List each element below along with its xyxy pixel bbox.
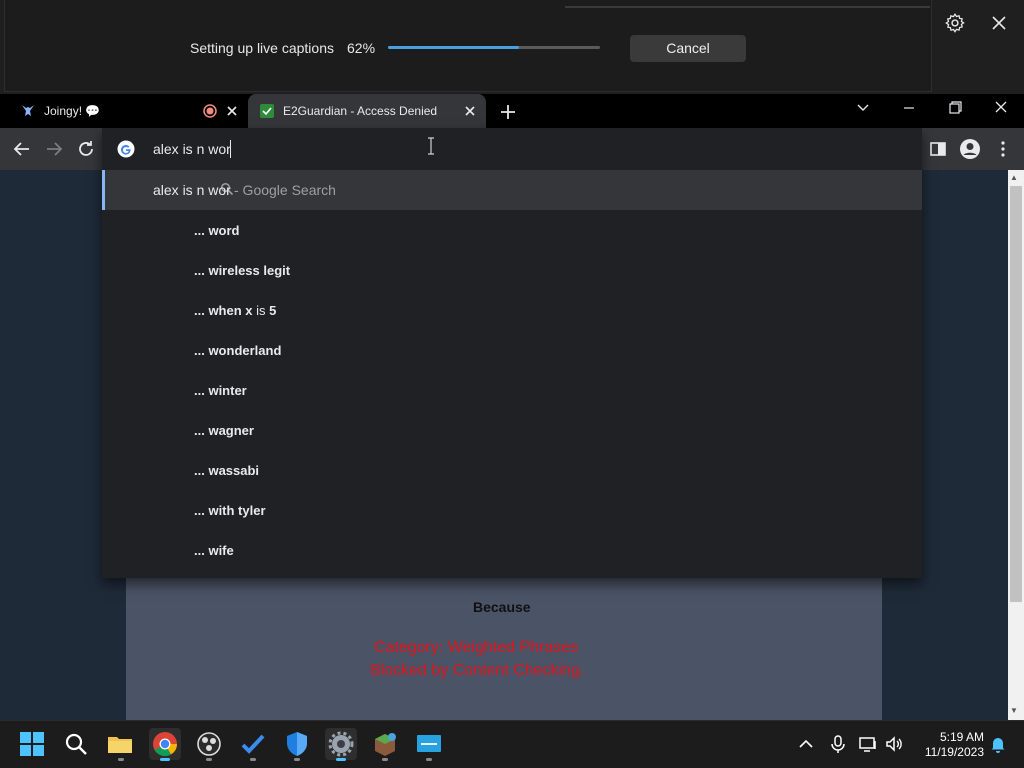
selection-indicator: [102, 170, 105, 210]
restore-icon[interactable]: [945, 100, 965, 116]
clock-date[interactable]: 11/19/2023: [914, 745, 984, 759]
blocked-text: Blocked by Content Checking.: [370, 662, 585, 679]
minecraft-block-icon[interactable]: [369, 728, 401, 760]
recording-indicator-icon: [203, 104, 217, 118]
running-indicator: [250, 758, 256, 761]
captions-progress-bar: [388, 46, 600, 49]
profile-avatar-icon[interactable]: [959, 138, 981, 160]
omnibox-query-text[interactable]: alex is n wor: [153, 141, 231, 157]
ibeam-cursor-icon: [428, 137, 434, 155]
forward-arrow-icon[interactable]: [44, 139, 64, 159]
file-explorer-icon[interactable]: [104, 728, 136, 760]
chrome-taskbar-button[interactable]: [149, 728, 181, 760]
scrollbar-thumb[interactable]: [1010, 186, 1022, 602]
back-arrow-icon[interactable]: [12, 139, 32, 159]
because-label: Because: [473, 599, 531, 615]
suggestion-item[interactable]: ... wonderland: [194, 343, 281, 358]
suggestion-item[interactable]: ... word: [194, 223, 240, 238]
side-panel-icon[interactable]: [929, 140, 947, 158]
suggestion-item[interactable]: ... wassabi: [194, 463, 259, 478]
security-shield-icon[interactable]: [281, 728, 313, 760]
captions-backdrop-line: [565, 6, 930, 8]
window-close-icon[interactable]: [991, 100, 1011, 116]
captions-progress-fill: [388, 46, 520, 49]
chrome-icon: [153, 732, 177, 757]
tab-e2guardian-title: E2Guardian - Access Denied: [283, 104, 438, 118]
settings-gear-icon[interactable]: [944, 12, 966, 34]
running-indicator: [426, 758, 432, 761]
tab-joingy-close-icon[interactable]: [224, 103, 240, 119]
todo-check-icon[interactable]: [237, 728, 269, 760]
suggestion-item[interactable]: ... when x is 5: [194, 303, 276, 318]
active-indicator: [160, 758, 170, 761]
reload-icon[interactable]: [76, 139, 96, 159]
windows-start-icon[interactable]: [16, 728, 48, 760]
notification-bell-icon[interactable]: [988, 734, 1008, 754]
suggestion-item[interactable]: ... with tyler: [194, 503, 266, 518]
captions-progress-percent: 62%: [347, 40, 376, 56]
running-indicator: [382, 758, 388, 761]
volume-icon[interactable]: [884, 734, 904, 754]
suggestion-item[interactable]: ... wireless legit: [194, 263, 290, 278]
tab-joingy-title: Joingy! 💬: [44, 104, 101, 118]
kebab-menu-icon[interactable]: [996, 139, 1010, 159]
microphone-icon[interactable]: [828, 734, 848, 754]
category-text: Category: Weighted Phrases: [374, 639, 579, 656]
clock-time[interactable]: 5:19 AM: [928, 730, 984, 744]
scroll-down-arrow-icon[interactable]: ▼: [1010, 706, 1018, 715]
suggestion-item[interactable]: ... winter: [194, 383, 247, 398]
remote-desktop-icon[interactable]: [413, 728, 445, 760]
tab-joingy[interactable]: Joingy! 💬: [10, 94, 250, 128]
tab-e2guardian[interactable]: E2Guardian - Access Denied: [248, 94, 486, 128]
tab-search-chevron-icon[interactable]: [853, 100, 873, 116]
captions-close-icon[interactable]: [990, 14, 1008, 32]
scroll-up-arrow-icon[interactable]: ▲: [1010, 173, 1018, 182]
new-tab-plus-icon[interactable]: [498, 102, 518, 122]
suggestion-item[interactable]: ... wife: [194, 543, 234, 558]
suggestion-source: - Google Search: [234, 182, 336, 198]
joingy-favicon-icon: [22, 105, 34, 116]
captions-cancel-button[interactable]: Cancel: [630, 35, 746, 62]
suggestion-item[interactable]: ... wagner: [194, 423, 254, 438]
tray-overflow-chevron-icon[interactable]: [796, 734, 816, 754]
suggestion-query: alex is n wor: [153, 182, 231, 198]
settings-gear-taskbar-icon: [328, 731, 354, 757]
captions-status-text: Setting up live captions: [190, 40, 334, 56]
search-icon[interactable]: [60, 728, 92, 760]
obs-studio-icon[interactable]: [193, 728, 225, 760]
running-indicator: [206, 758, 212, 761]
active-indicator: [336, 758, 346, 761]
minimize-icon[interactable]: [899, 100, 919, 116]
running-indicator: [118, 758, 124, 761]
google-g-icon: [117, 140, 135, 158]
settings-taskbar-button[interactable]: [325, 728, 357, 760]
tab-e2guardian-close-icon[interactable]: [462, 103, 478, 119]
e2guardian-favicon-icon: [260, 104, 274, 118]
network-display-icon[interactable]: [858, 734, 878, 754]
text-caret: [230, 140, 231, 158]
running-indicator: [294, 758, 300, 761]
